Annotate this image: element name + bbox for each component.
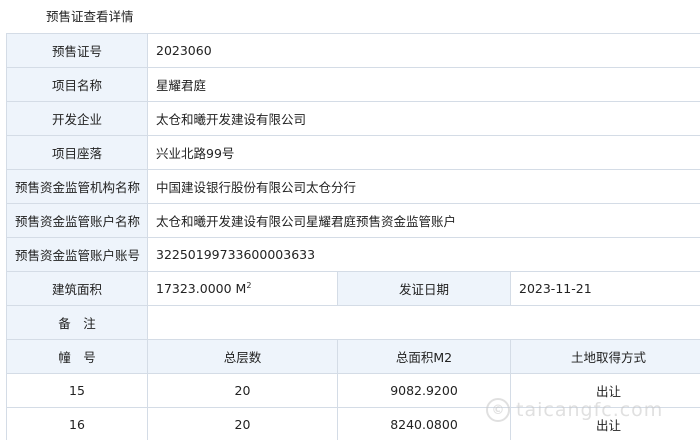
account-no-value: 32250199733600003633	[146, 237, 700, 272]
project-name-value: 星耀君庭	[146, 67, 700, 102]
area-unit-superscript: 2	[246, 280, 252, 290]
building-no-cell: 15	[6, 373, 148, 408]
remarks-label: 备 注	[6, 305, 148, 340]
total-area-cell: 8240.0800	[337, 407, 511, 440]
permit-no-value: 2023060	[146, 33, 700, 68]
issue-date-value: 2023-11-21	[509, 271, 700, 306]
supervisor-label: 预售资金监管机构名称	[6, 169, 148, 204]
area-value: 17323.0000 M2	[147, 271, 338, 306]
account-name-value: 太仓和曦开发建设有限公司星耀君庭预售资金监管账户	[146, 203, 700, 238]
remarks-value	[146, 305, 700, 340]
row-developer: 开发企业 太仓和曦开发建设有限公司	[6, 101, 700, 136]
building-no-cell: 16	[6, 407, 148, 440]
permit-no-label: 预售证号	[6, 33, 148, 68]
row-area-date: 建筑面积 17323.0000 M2 发证日期 2023-11-21	[6, 271, 700, 306]
land-method-header: 土地取得方式	[509, 339, 700, 374]
location-value: 兴业北路99号	[146, 135, 700, 170]
building-no-header: 幢 号	[6, 339, 148, 374]
area-label: 建筑面积	[6, 271, 148, 306]
land-method-cell: 出让	[509, 407, 700, 440]
account-name-label: 预售资金监管账户名称	[6, 203, 148, 238]
table-row: 15 20 9082.9200 出让	[6, 373, 700, 408]
location-label: 项目座落	[6, 135, 148, 170]
row-supervisor: 预售资金监管机构名称 中国建设银行股份有限公司太仓分行	[6, 169, 700, 204]
land-method-cell: 出让	[509, 373, 700, 408]
row-account-no: 预售资金监管账户账号 32250199733600003633	[6, 237, 700, 272]
supervisor-value: 中国建设银行股份有限公司太仓分行	[146, 169, 700, 204]
table-row: 16 20 8240.0800 出让	[6, 407, 700, 440]
floors-cell: 20	[147, 373, 338, 408]
page-title: 预售证查看详情	[46, 9, 134, 24]
total-area-header: 总面积M2	[337, 339, 511, 374]
developer-label: 开发企业	[6, 101, 148, 136]
row-permit-no: 预售证号 2023060	[6, 33, 700, 68]
floors-cell: 20	[147, 407, 338, 440]
row-project-name: 项目名称 星耀君庭	[6, 67, 700, 102]
row-location: 项目座落 兴业北路99号	[6, 135, 700, 170]
total-area-cell: 9082.9200	[337, 373, 511, 408]
row-account-name: 预售资金监管账户名称 太仓和曦开发建设有限公司星耀君庭预售资金监管账户	[6, 203, 700, 238]
row-remarks: 备 注	[6, 305, 700, 340]
account-no-label: 预售资金监管账户账号	[6, 237, 148, 272]
developer-value: 太仓和曦开发建设有限公司	[146, 101, 700, 136]
floors-header: 总层数	[147, 339, 338, 374]
project-name-label: 项目名称	[6, 67, 148, 102]
presale-detail-table: 预售证号 2023060 项目名称 星耀君庭 开发企业 太仓和曦开发建设有限公司…	[6, 33, 700, 440]
area-number: 17323.0000 M	[156, 281, 247, 296]
buildings-header-row: 幢 号 总层数 总面积M2 土地取得方式	[6, 339, 700, 374]
issue-date-label: 发证日期	[337, 271, 511, 306]
